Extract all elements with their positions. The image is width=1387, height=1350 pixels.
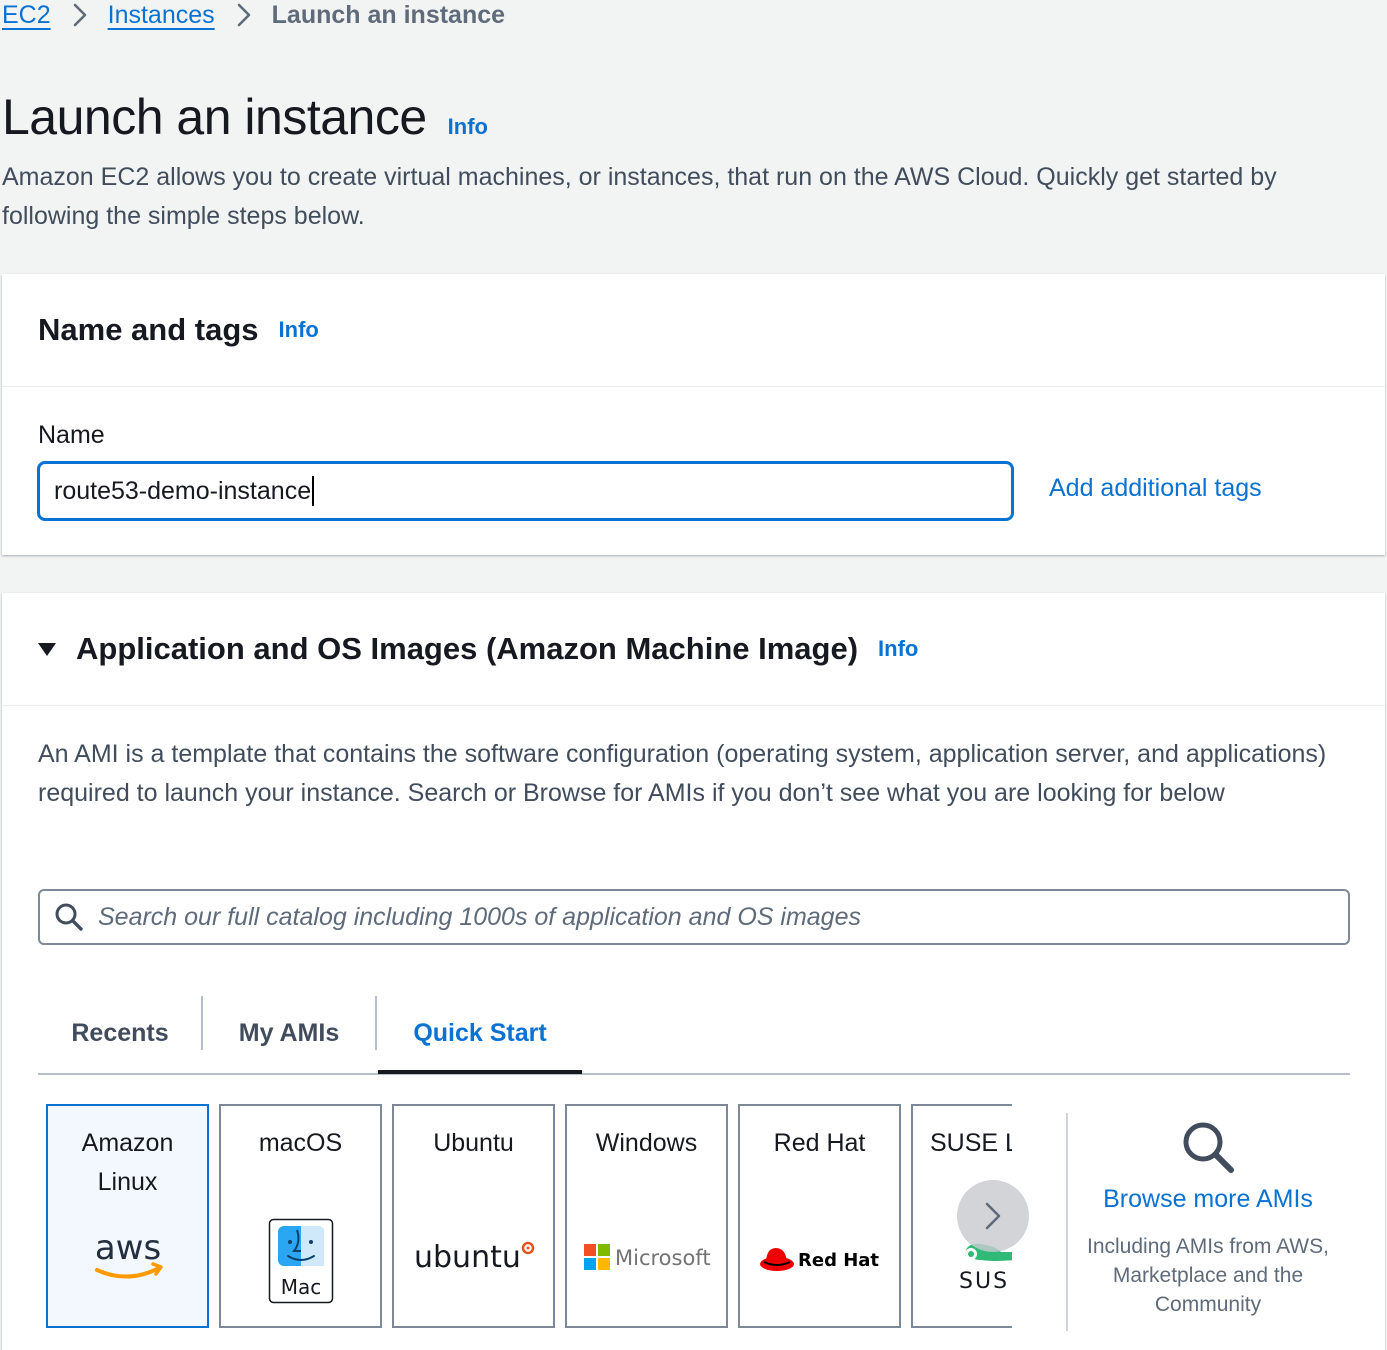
add-additional-tags-link[interactable]: Add additional tags: [1049, 474, 1262, 503]
microsoft-logo-icon: Microsoft: [567, 1242, 726, 1274]
tile-label: Amazon Linux: [81, 1129, 174, 1196]
breadcrumb-instances-link[interactable]: Instances: [108, 1, 215, 30]
mac-finder-icon: Mac: [221, 1218, 380, 1304]
name-and-tags-title: Name and tags: [38, 312, 259, 347]
ami-description: An AMI is a template that contains the s…: [38, 740, 1327, 807]
ami-tiles: Amazon Linux aws macOS Mac Ubuntu ubuntu…: [2, 1103, 1012, 1329]
tab-recents[interactable]: Recents: [38, 991, 202, 1075]
ubuntu-logo-icon: ubuntu: [394, 1236, 553, 1276]
breadcrumb-current: Launch an instance: [271, 0, 506, 29]
ami-tile-macos[interactable]: macOS Mac: [219, 1104, 382, 1328]
page-description: Amazon EC2 allows you to create virtual …: [2, 163, 1277, 230]
text-cursor: [312, 476, 315, 506]
page-info-link[interactable]: Info: [448, 114, 488, 140]
redhat-logo-icon: Red Hat: [740, 1242, 899, 1276]
page-title: Launch an instance: [2, 89, 427, 145]
page-header: Launch an instance Info: [2, 88, 488, 146]
ami-title: Application and OS Images (Amazon Machin…: [76, 631, 859, 666]
name-and-tags-info-link[interactable]: Info: [279, 317, 319, 343]
name-and-tags-panel: Name and tags Info Name route53-demo-ins…: [2, 274, 1385, 555]
ami-tabs: Recents My AMIs Quick Start: [38, 991, 1350, 1075]
tile-label: SUSE Li: [930, 1129, 1012, 1157]
suse-logo-text: SUS: [959, 1269, 1009, 1294]
tiles-scroll-next-button[interactable]: [957, 1180, 1029, 1252]
chevron-right-icon: [985, 1202, 1001, 1230]
breadcrumb-ec2-link[interactable]: EC2: [2, 1, 51, 30]
name-and-tags-header: Name and tags Info: [2, 274, 1385, 387]
ami-info-link[interactable]: Info: [878, 636, 918, 662]
browse-more-amis-description: Including AMIs from AWS, Marketplace and…: [1087, 1235, 1329, 1316]
tab-my-amis[interactable]: My AMIs: [203, 991, 375, 1075]
tile-label: Red Hat: [773, 1129, 866, 1157]
tab-quick-start[interactable]: Quick Start: [378, 991, 582, 1075]
tile-label: Windows: [595, 1129, 698, 1157]
browse-more-amis[interactable]: Browse more AMIs Including AMIs from AWS…: [1068, 1113, 1348, 1319]
active-tab-indicator: [378, 1070, 582, 1074]
search-icon: [54, 902, 84, 932]
redhat-logo-text: Red Hat: [798, 1250, 879, 1271]
ami-tile-red-hat[interactable]: Red Hat Red Hat: [738, 1104, 901, 1328]
ami-tile-ubuntu[interactable]: Ubuntu ubuntu: [392, 1104, 555, 1328]
tab-divider: [375, 996, 377, 1050]
ubuntu-logo-text: ubuntu: [414, 1240, 521, 1275]
breadcrumb: EC2 Instances Launch an instance: [2, 0, 505, 30]
tile-label: macOS: [258, 1129, 343, 1157]
ami-tile-amazon-linux[interactable]: Amazon Linux aws: [46, 1104, 209, 1328]
name-field-label: Name: [38, 421, 105, 449]
mac-logo-text: Mac: [280, 1275, 321, 1299]
chevron-right-icon: [237, 3, 251, 27]
ami-search-input[interactable]: [98, 902, 1348, 932]
microsoft-logo-text: Microsoft: [615, 1246, 711, 1270]
aws-logo-text: aws: [94, 1228, 160, 1268]
ami-header[interactable]: Application and OS Images (Amazon Machin…: [2, 593, 1385, 706]
ami-panel: Application and OS Images (Amazon Machin…: [2, 593, 1385, 1350]
name-input-value: route53-demo-instance: [54, 476, 312, 505]
ami-search[interactable]: [38, 889, 1350, 945]
aws-logo-icon: aws: [48, 1226, 207, 1282]
name-input[interactable]: route53-demo-instance: [37, 461, 1014, 521]
tile-label: Ubuntu: [433, 1129, 514, 1157]
ami-tile-windows[interactable]: Windows Microsoft: [565, 1104, 728, 1328]
chevron-right-icon: [73, 3, 87, 27]
caret-down-icon[interactable]: [38, 642, 56, 656]
browse-more-amis-link[interactable]: Browse more AMIs: [1068, 1185, 1348, 1214]
search-icon: [1179, 1118, 1237, 1176]
